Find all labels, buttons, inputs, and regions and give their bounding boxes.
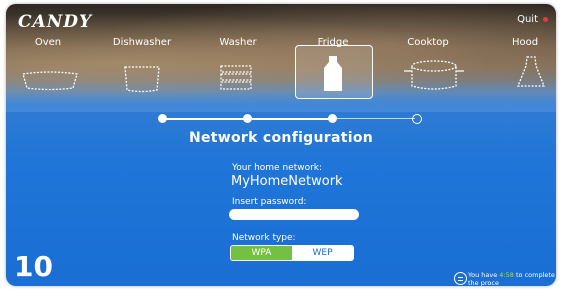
progress-dot-2 — [243, 114, 252, 123]
timer-prefix: You have — [468, 271, 500, 279]
appliance-tabs: Oven Dishwasher Washer Fridge Cooktop Ho… — [6, 37, 556, 51]
network-type-label: Network type: — [232, 233, 296, 243]
quit-icon[interactable] — [543, 17, 548, 22]
wave-divider — [6, 82, 556, 112]
quit-button[interactable]: Quit — [517, 14, 538, 25]
network-type-wpa-button[interactable]: WPA — [231, 246, 292, 260]
network-type-wep-button[interactable]: WEP — [292, 246, 353, 260]
timer-text: You have 4:58 to complete the proce — [468, 271, 556, 286]
progress-dot-3 — [328, 114, 337, 123]
progress-dot-1 — [158, 114, 167, 123]
fridge-bottle-icon[interactable] — [318, 54, 348, 91]
clock-icon — [454, 272, 467, 285]
tab-washer[interactable]: Washer — [198, 37, 278, 48]
password-label: Insert password: — [232, 197, 307, 207]
dishwasher-pot-icon[interactable] — [122, 62, 162, 96]
timer-time: 4:58 — [499, 271, 514, 279]
oven-tray-icon[interactable] — [20, 70, 80, 104]
app-screen: CANDY Quit Oven Dishwasher Washer Fridge… — [6, 4, 556, 286]
network-type-toggle: WPA WEP — [230, 245, 354, 261]
home-network-label: Your home network: — [232, 163, 323, 173]
progress-line-remaining — [333, 118, 415, 121]
tab-hood[interactable]: Hood — [485, 37, 556, 48]
cooktop-pot-icon[interactable] — [401, 58, 467, 92]
progress-steps — [158, 114, 422, 124]
password-input[interactable] — [229, 209, 359, 220]
step-number: 10 — [14, 250, 53, 283]
brand-logo: CANDY — [18, 12, 93, 32]
home-network-value: MyHomeNetwork — [231, 174, 343, 189]
tab-oven[interactable]: Oven — [8, 37, 88, 48]
tab-dishwasher[interactable]: Dishwasher — [102, 37, 182, 48]
progress-dot-4 — [412, 114, 422, 124]
tab-cooktop[interactable]: Cooktop — [388, 37, 468, 48]
page-title: Network configuration — [188, 130, 374, 146]
hood-icon[interactable] — [514, 54, 548, 88]
washer-stack-icon[interactable] — [218, 62, 254, 96]
